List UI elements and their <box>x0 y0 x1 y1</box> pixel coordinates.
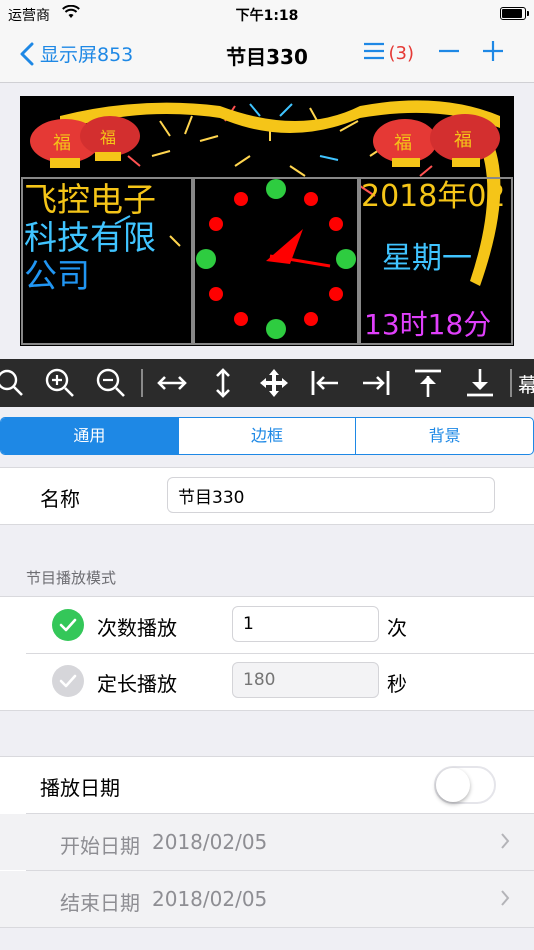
align-top-icon[interactable] <box>412 367 444 399</box>
stretch-horizontal-icon[interactable] <box>156 367 188 399</box>
svg-text:福: 福 <box>454 130 472 151</box>
end-date-value: 2018/02/05 <box>152 887 268 911</box>
play-date-group: 播放日期 开始日期 2018/02/05 结束日期 2018/02/05 <box>0 756 534 928</box>
start-date-row[interactable]: 开始日期 2018/02/05 <box>0 814 534 870</box>
chevron-right-icon <box>501 833 510 849</box>
play-count-field[interactable] <box>232 606 379 642</box>
play-date-label: 播放日期 <box>40 776 120 800</box>
name-row: 名称 <box>0 467 534 525</box>
duration-mode-label: 定长播放 <box>97 672 177 696</box>
toolbar-cut-label[interactable]: 幕 <box>518 369 534 398</box>
toggle-knob <box>436 768 470 802</box>
zoom-out-icon[interactable] <box>95 367 127 399</box>
svg-text:飞控电子: 飞控电子 <box>24 180 156 219</box>
tab-background[interactable]: 背景 <box>355 418 533 454</box>
svg-text:公司: 公司 <box>24 256 90 295</box>
name-label: 名称 <box>40 487 80 511</box>
tab-bar: 通用 边框 背景 <box>0 416 534 456</box>
align-bottom-icon[interactable] <box>464 367 496 399</box>
start-date-label: 开始日期 <box>60 834 140 858</box>
svg-text:科技有限: 科技有限 <box>24 218 156 257</box>
duration-mode-checkbox[interactable] <box>52 665 84 697</box>
list-icon[interactable] <box>363 41 385 65</box>
preview-area: 福 福 福 福 飞控电子 科技有限 公司 2018年02 星期一 13时18分 <box>0 83 534 359</box>
row-divider <box>26 653 534 654</box>
checkmark-icon <box>59 674 77 688</box>
program-preview[interactable]: 福 福 福 福 飞控电子 科技有限 公司 2018年02 星期一 13时18分 <box>20 96 514 346</box>
count-mode-label: 次数播放 <box>97 616 177 640</box>
item-count-badge: (3) <box>388 42 415 64</box>
status-bar: 运营商 下午1:18 <box>0 0 534 28</box>
edit-toolbar: 幕 <box>0 359 534 407</box>
battery-icon <box>500 7 529 20</box>
play-duration-field[interactable] <box>232 662 379 698</box>
count-mode-checkbox[interactable] <box>52 609 84 641</box>
svg-text:福: 福 <box>394 133 412 154</box>
toolbar-divider <box>510 369 512 397</box>
name-field[interactable] <box>167 477 495 513</box>
play-mode-header: 节目播放模式 <box>26 569 117 587</box>
align-left-icon[interactable] <box>309 367 341 399</box>
navigation-bar: 显示屏853 节目330 (3) <box>0 28 534 83</box>
svg-text:福: 福 <box>100 128 116 147</box>
move-icon[interactable] <box>258 367 290 399</box>
svg-text:13时18分: 13时18分 <box>364 308 491 341</box>
toolbar-divider <box>141 369 143 397</box>
tab-border[interactable]: 边框 <box>177 418 356 454</box>
align-right-icon[interactable] <box>360 367 392 399</box>
start-date-value: 2018/02/05 <box>152 830 268 854</box>
svg-text:星期一: 星期一 <box>382 241 472 276</box>
duration-unit-label: 秒 <box>387 672 407 696</box>
svg-text:2018年02: 2018年02 <box>361 179 506 214</box>
stretch-vertical-icon[interactable] <box>207 367 239 399</box>
tab-general[interactable]: 通用 <box>1 418 178 454</box>
zoom-in-icon[interactable] <box>44 367 76 399</box>
status-time: 下午1:18 <box>235 8 299 24</box>
search-icon[interactable] <box>0 367 26 399</box>
plus-icon[interactable] <box>482 40 504 66</box>
chevron-right-icon <box>501 890 510 906</box>
play-date-toggle[interactable] <box>434 766 496 804</box>
end-date-label: 结束日期 <box>60 891 140 915</box>
play-mode-group: 次数播放 次 定长播放 秒 <box>0 596 534 711</box>
svg-text:福: 福 <box>53 133 71 154</box>
minus-icon[interactable] <box>438 40 460 66</box>
count-unit-label: 次 <box>387 616 407 640</box>
end-date-row[interactable]: 结束日期 2018/02/05 <box>0 871 534 927</box>
checkmark-icon <box>59 618 77 632</box>
